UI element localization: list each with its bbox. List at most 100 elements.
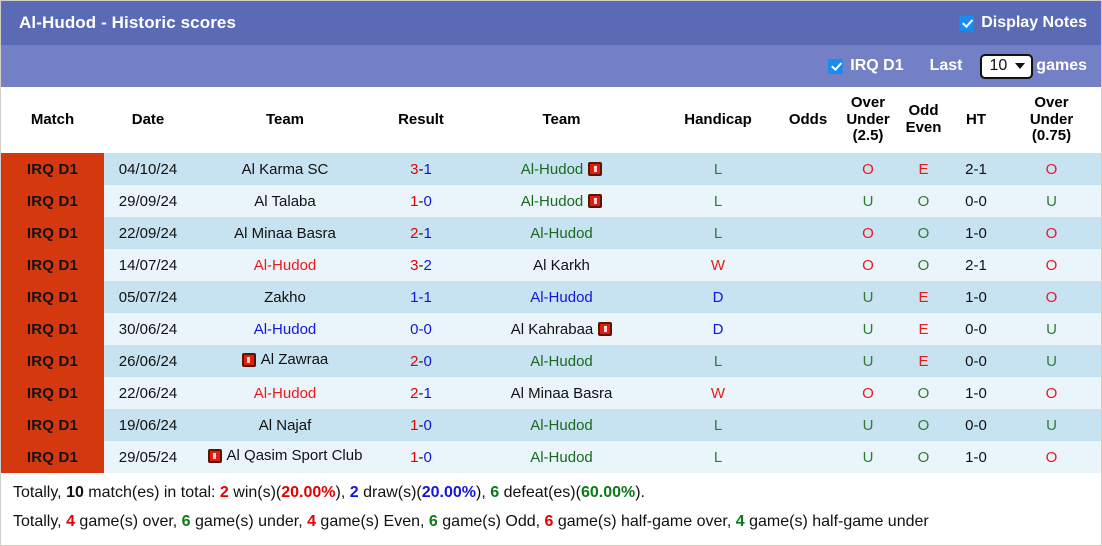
away-team-name[interactable]: Al-Hudod xyxy=(521,161,584,178)
league-filter-checkbox[interactable] xyxy=(828,58,844,74)
table-row[interactable]: IRQ D1 29/05/24 Al Qasim Sport Club 1-0 Al-H… xyxy=(1,441,1101,473)
col-result[interactable]: Result xyxy=(378,87,464,153)
result-score[interactable]: 1-0 xyxy=(410,417,432,434)
result-score[interactable]: 2-1 xyxy=(410,225,432,242)
away-team-name[interactable]: Al-Hudod xyxy=(530,449,593,466)
display-notes-checkbox[interactable] xyxy=(959,15,975,31)
col-odds[interactable]: Odds xyxy=(777,87,839,153)
odd-even-value: O xyxy=(917,416,930,434)
cell-odds xyxy=(777,441,839,473)
cell-over-under-075: O xyxy=(1002,217,1101,249)
col-over-under-075[interactable]: Over Under (0.75) xyxy=(1002,87,1101,153)
home-team-name[interactable]: Al Talaba xyxy=(254,193,315,210)
away-team-name[interactable]: Al-Hudod xyxy=(530,289,593,306)
cell-handicap: D xyxy=(659,313,777,345)
cell-away-team: Al-Hudod xyxy=(464,345,659,377)
result-wdl-badge: L xyxy=(713,448,723,466)
away-team-name[interactable]: Al-Hudod xyxy=(521,193,584,210)
last-games-select[interactable]: 10 xyxy=(979,53,1034,79)
result-score[interactable]: 3-2 xyxy=(410,257,432,274)
home-team-name[interactable]: Al Najaf xyxy=(259,417,312,434)
away-team-cell: Al-Hudod xyxy=(530,353,593,370)
away-team-cell: Al-Hudod xyxy=(521,161,603,178)
cell-odd-even: O xyxy=(897,249,950,281)
cell-odds xyxy=(777,185,839,217)
cell-date: 30/06/24 xyxy=(104,313,192,345)
cell-home-team: Al Qasim Sport Club xyxy=(192,441,378,473)
away-team-name[interactable]: Al Minaa Basra xyxy=(511,385,613,402)
result-wdl-badge: L xyxy=(713,224,723,242)
away-team-name[interactable]: Al-Hudod xyxy=(530,417,593,434)
cell-league: IRQ D1 xyxy=(1,313,104,345)
cell-date: 26/06/24 xyxy=(104,345,192,377)
away-team-name[interactable]: Al-Hudod xyxy=(530,225,593,242)
col-odd-even[interactable]: Odd Even xyxy=(897,87,950,153)
col-match[interactable]: Match xyxy=(1,87,104,153)
red-card-icon xyxy=(588,194,603,208)
table-row[interactable]: IRQ D1 19/06/24 Al Najaf 1-0 Al-Hudod L U O 0-0 U xyxy=(1,409,1101,441)
cell-over-under-25: O xyxy=(839,249,897,281)
table-row[interactable]: IRQ D1 26/06/24 Al Zawraa 2-0 Al-Hudod L U E 0-0… xyxy=(1,345,1101,377)
cell-result: 0-0 xyxy=(378,313,464,345)
table-row[interactable]: IRQ D1 30/06/24 Al-Hudod 0-0 Al Kahrabaa D U E 0… xyxy=(1,313,1101,345)
table-row[interactable]: IRQ D1 04/10/24 Al Karma SC 3-1 Al-Hudod L O E 2… xyxy=(1,153,1101,185)
result-score[interactable]: 3-1 xyxy=(410,161,432,178)
cell-home-team: Al Talaba xyxy=(192,185,378,217)
result-score[interactable]: 1-0 xyxy=(410,449,432,466)
cell-result: 2-1 xyxy=(378,377,464,409)
home-team-name[interactable]: Al-Hudod xyxy=(254,257,317,274)
cell-ht: 1-0 xyxy=(950,217,1002,249)
table-row[interactable]: IRQ D1 14/07/24 Al-Hudod 3-2 Al Karkh W O O 2-1 O xyxy=(1,249,1101,281)
cell-handicap: L xyxy=(659,345,777,377)
cell-result: 1-0 xyxy=(378,441,464,473)
result-wdl-badge: L xyxy=(713,352,723,370)
cell-odds xyxy=(777,281,839,313)
cell-league: IRQ D1 xyxy=(1,377,104,409)
result-score[interactable]: 0-0 xyxy=(410,321,432,338)
home-team-name[interactable]: Al Minaa Basra xyxy=(234,225,336,242)
over-under-25-value: U xyxy=(862,288,874,306)
home-team-name[interactable]: Al-Hudod xyxy=(254,385,317,402)
away-team-cell: Al Karkh xyxy=(533,257,590,274)
col-handicap[interactable]: Handicap xyxy=(659,87,777,153)
away-team-cell: Al-Hudod xyxy=(530,449,593,466)
home-team-name[interactable]: Al Qasim Sport Club xyxy=(227,447,363,464)
table-row[interactable]: IRQ D1 29/09/24 Al Talaba 1-0 Al-Hudod L U O 0-0… xyxy=(1,185,1101,217)
over-under-075-value: O xyxy=(1045,448,1058,466)
col-away-team[interactable]: Team xyxy=(464,87,659,153)
table-row[interactable]: IRQ D1 05/07/24 Zakho 1-1 Al-Hudod D U E 1-0 O xyxy=(1,281,1101,313)
home-team-name[interactable]: Al Karma SC xyxy=(242,161,329,178)
result-score[interactable]: 2-1 xyxy=(410,385,432,402)
cell-over-under-25: U xyxy=(839,313,897,345)
cell-away-team: Al-Hudod xyxy=(464,281,659,313)
cell-date: 04/10/24 xyxy=(104,153,192,185)
away-team-name[interactable]: Al-Hudod xyxy=(530,353,593,370)
cell-over-under-075: U xyxy=(1002,313,1101,345)
cell-handicap: D xyxy=(659,281,777,313)
cell-result: 2-1 xyxy=(378,217,464,249)
away-team-name[interactable]: Al Kahrabaa xyxy=(511,321,594,338)
result-score[interactable]: 1-0 xyxy=(410,193,432,210)
over-under-25-value: U xyxy=(862,352,874,370)
league-filter-toggle[interactable]: IRQ D1 xyxy=(828,57,904,75)
table-row[interactable]: IRQ D1 22/06/24 Al-Hudod 2-1 Al Minaa Basra W… xyxy=(1,377,1101,409)
cell-odds xyxy=(777,345,839,377)
table-row[interactable]: IRQ D1 22/09/24 Al Minaa Basra 2-1 Al-Hudod L… xyxy=(1,217,1101,249)
cell-ht: 1-0 xyxy=(950,441,1002,473)
col-home-team[interactable]: Team xyxy=(192,87,378,153)
over-under-25-value: U xyxy=(862,416,874,434)
home-team-name[interactable]: Al Zawraa xyxy=(261,351,329,368)
half-time-score: 2-1 xyxy=(965,160,987,178)
display-notes-toggle[interactable]: Display Notes xyxy=(959,14,1087,32)
home-team-name[interactable]: Al-Hudod xyxy=(254,321,317,338)
col-date[interactable]: Date xyxy=(104,87,192,153)
cell-odd-even: O xyxy=(897,377,950,409)
home-team-name[interactable]: Zakho xyxy=(264,289,306,306)
away-team-name[interactable]: Al Karkh xyxy=(533,257,590,274)
result-score[interactable]: 1-1 xyxy=(410,289,432,306)
cell-over-under-075: O xyxy=(1002,377,1101,409)
result-score[interactable]: 2-0 xyxy=(410,353,432,370)
col-over-under-25[interactable]: Over Under (2.5) xyxy=(839,87,897,153)
col-ht[interactable]: HT xyxy=(950,87,1002,153)
cell-result: 3-1 xyxy=(378,153,464,185)
